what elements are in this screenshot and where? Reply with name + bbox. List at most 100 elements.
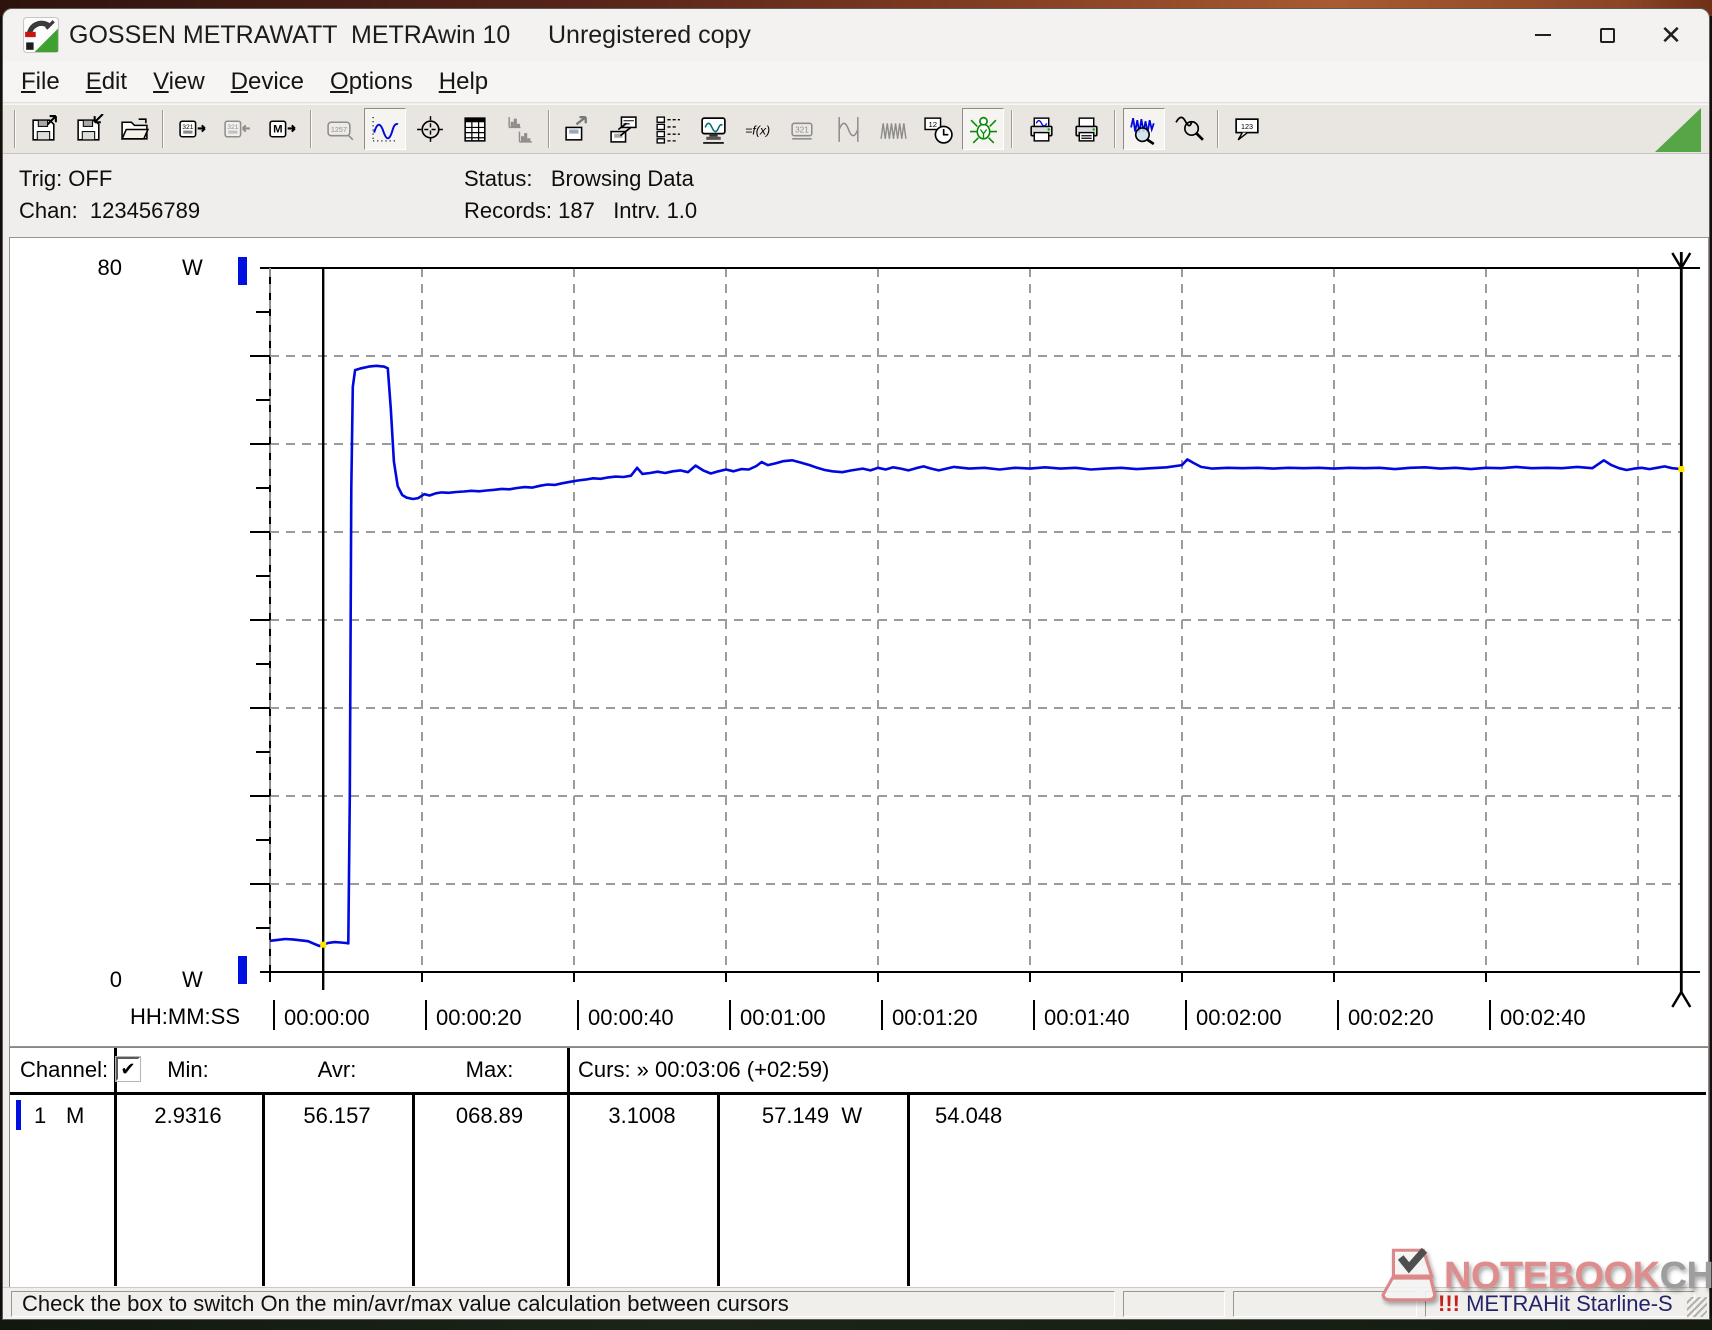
device-transfer-icon[interactable] [602, 108, 644, 150]
yt-chart-icon[interactable] [364, 108, 406, 150]
svg-text:321: 321 [227, 123, 238, 130]
x-tick-label: 00:01:20 [892, 1005, 978, 1030]
device-alert: !!! [1438, 1291, 1460, 1316]
titlebar: GOSSEN METRAWATT METRAwin 10 Unregistere… [3, 9, 1709, 61]
toolbar-separator [1114, 110, 1116, 148]
close-icon: ✕ [1660, 20, 1682, 50]
cell-channel-mode: M [66, 1103, 85, 1128]
toolbar-group [1020, 108, 1107, 150]
statusbar-hint: Check the box to switch On the min/avr/m… [11, 1291, 1115, 1317]
header-min: Min: [167, 1057, 209, 1082]
minimize-button[interactable] [1511, 9, 1575, 61]
zoom-in-wave-icon[interactable] [1123, 108, 1165, 150]
svg-text:123: 123 [1240, 121, 1252, 130]
window-controls: ✕ [1511, 9, 1703, 61]
toolbar-group [23, 108, 155, 150]
horizontal-gridlines [270, 355, 1681, 885]
header-cursor-info: Curs: » 00:03:06 (+02:59) [578, 1057, 830, 1082]
infobar: Trig: OFF Chan: 123456789 Status: Browsi… [3, 156, 1709, 239]
menu-edit[interactable]: Edit [86, 68, 127, 96]
cursor-2-intersection-marker [1678, 466, 1685, 473]
x-tick-label: 00:00:40 [588, 1005, 674, 1030]
corner-green-triangle-icon [1655, 108, 1701, 152]
toolbar-separator [310, 110, 312, 148]
annotation-icon[interactable]: 123 [1226, 108, 1268, 150]
x-tick-label: 00:02:40 [1500, 1005, 1586, 1030]
save-import-file-icon[interactable] [68, 108, 110, 150]
y-max-marker [238, 257, 247, 285]
maximize-icon [1599, 27, 1615, 43]
acquisition-status: Status: Browsing Data [464, 166, 694, 191]
read-device-icon[interactable]: 321 [171, 108, 213, 150]
titlebar-app-name: METRAwin 10 [351, 21, 511, 49]
statusbar: Check the box to switch On the min/avr/m… [3, 1287, 1709, 1319]
menubar: File Edit View Device Options Help [3, 61, 1709, 103]
cell-cursor2-value: 57.149 W [761, 1103, 863, 1128]
toolbar-separator [162, 110, 164, 148]
minimize-icon [1535, 34, 1551, 36]
print-icon[interactable] [1065, 108, 1107, 150]
toolbar-group [1123, 108, 1210, 150]
formula-icon[interactable]: =f(x) [737, 108, 779, 150]
monitor-view-icon[interactable] [692, 108, 734, 150]
menu-file[interactable]: File [21, 68, 60, 96]
power-chart[interactable]: 80 W 0 W HH:MM:SS 00:00:00 00:00:20 00:00:… [10, 238, 1706, 1044]
header-channel: Channel: [20, 1057, 109, 1082]
svg-text:1257: 1257 [330, 125, 346, 134]
cell-cursor-delta: 54.048 [935, 1103, 1003, 1128]
cell-max: 068.89 [455, 1103, 524, 1128]
cell-channel-no: 1 [34, 1103, 47, 1128]
save-export-file-icon[interactable] [23, 108, 65, 150]
interval-clock-icon[interactable]: 12 [917, 108, 959, 150]
export-data-icon[interactable] [557, 108, 599, 150]
toolbar-separator [14, 110, 16, 148]
trigger-status: Trig: OFF [19, 166, 113, 191]
y-min-unit: W [182, 967, 203, 992]
header-avr: Avr: [317, 1057, 357, 1082]
statusbar-panel-2 [1123, 1291, 1225, 1317]
x-tick-label: 00:02:20 [1348, 1005, 1434, 1030]
chart-panel: 80 W 0 W HH:MM:SS 00:00:00 00:00:20 00:00:… [9, 237, 1709, 1047]
zoom-out-wave-icon[interactable] [1168, 108, 1210, 150]
table-view-icon[interactable] [454, 108, 496, 150]
maximize-button[interactable] [1575, 9, 1639, 61]
power-trace [269, 364, 1682, 948]
close-button[interactable]: ✕ [1639, 9, 1703, 61]
toolbar-group: 1257 [319, 108, 541, 150]
table-separator [907, 1092, 910, 1286]
cell-avr: 56.157 [303, 1103, 371, 1128]
numeric-display-icon: 1257 [319, 108, 361, 150]
x-tick-label: 00:00:00 [284, 1005, 370, 1030]
x-tick-label: 00:00:20 [436, 1005, 522, 1030]
y-min-marker [238, 956, 247, 984]
y-min-label: 0 [110, 967, 122, 992]
send-device-icon: 321 [216, 108, 258, 150]
toolbar-separator [548, 110, 550, 148]
menu-device[interactable]: Device [231, 68, 304, 96]
channel-1-color-marker [16, 1100, 21, 1130]
menu-options[interactable]: Options [330, 68, 413, 96]
statusbar-panel-3 [1233, 1291, 1417, 1317]
channel-list-icon[interactable] [647, 108, 689, 150]
read-memory-icon[interactable]: M [261, 108, 303, 150]
x-tick-labels: 00:00:00 00:00:20 00:00:40 00:01:00 00:01:20… [284, 1005, 1586, 1030]
svg-text:12: 12 [928, 119, 937, 128]
envelope-trace-icon [872, 108, 914, 150]
xy-chart-icon[interactable] [409, 108, 451, 150]
menu-view[interactable]: View [153, 68, 205, 96]
header-max: Max: [465, 1057, 514, 1082]
x-tick-label: 00:01:40 [1044, 1005, 1130, 1030]
titlebar-brand: GOSSEN METRAWATT [69, 21, 338, 49]
resize-grip[interactable] [1687, 1297, 1707, 1317]
open-file-icon[interactable] [113, 108, 155, 150]
live-record-icon[interactable] [962, 108, 1004, 150]
svg-text:321: 321 [795, 125, 809, 134]
x-tick-label: 00:02:00 [1196, 1005, 1282, 1030]
x-axis-label: HH:MM:SS [130, 1004, 240, 1029]
print-preview-icon[interactable] [1020, 108, 1062, 150]
svg-text:M: M [273, 123, 282, 135]
toolbar: 321 321 M 1257 =f(x) 321 12 123 [3, 104, 1709, 154]
cell-cursor1-value: 3.1008 [608, 1103, 676, 1128]
menu-help[interactable]: Help [439, 68, 488, 96]
statistics-icon [499, 108, 541, 150]
